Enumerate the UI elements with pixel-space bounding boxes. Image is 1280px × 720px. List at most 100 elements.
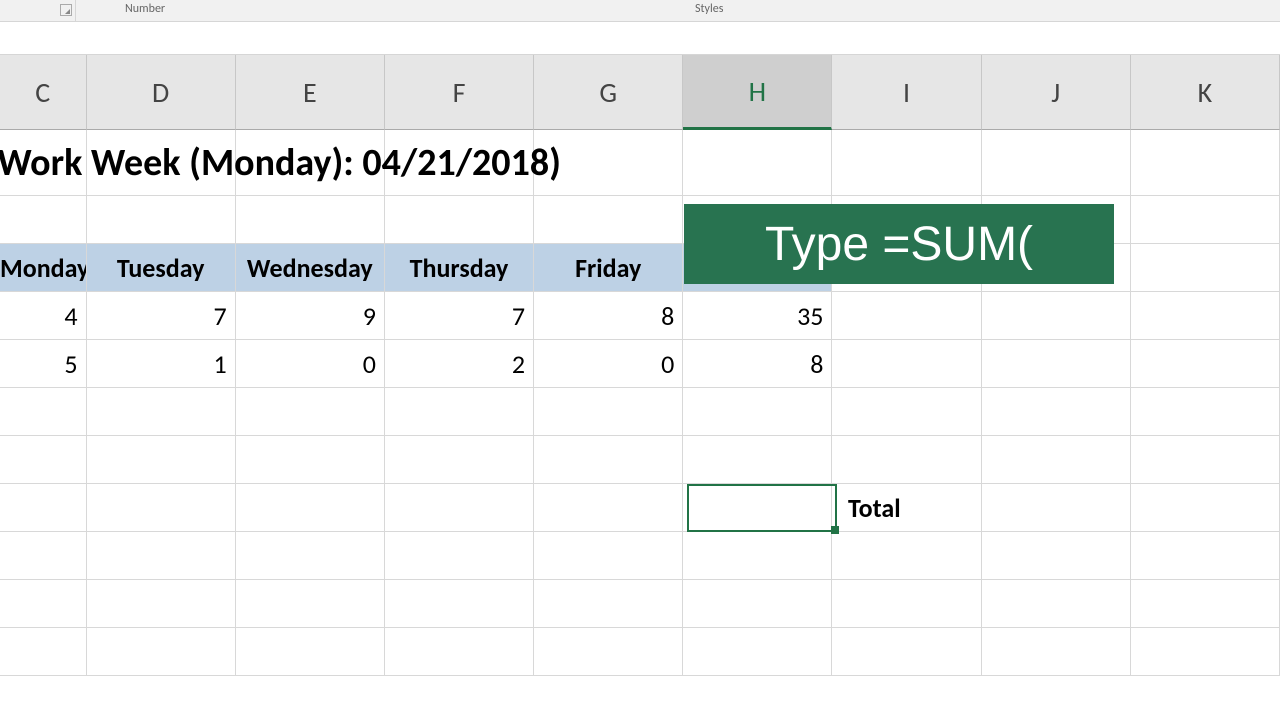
formula-bar-area[interactable] [0, 22, 1280, 55]
cell[interactable] [385, 532, 534, 580]
cell[interactable]: 2 [385, 340, 534, 388]
cell[interactable] [683, 628, 832, 676]
cell[interactable] [982, 388, 1131, 436]
cell[interactable] [832, 580, 981, 628]
cell[interactable] [832, 628, 981, 676]
cell[interactable] [832, 388, 981, 436]
cell[interactable] [832, 292, 981, 340]
cell[interactable] [1131, 130, 1280, 196]
cell[interactable] [385, 580, 534, 628]
header-tuesday[interactable]: Tuesday [87, 244, 236, 292]
header-friday[interactable]: Friday [534, 244, 683, 292]
cell[interactable] [87, 388, 236, 436]
cell[interactable] [683, 436, 832, 484]
cell[interactable] [1131, 580, 1280, 628]
cell[interactable] [0, 532, 87, 580]
cell[interactable] [683, 484, 832, 532]
cell[interactable] [1131, 388, 1280, 436]
cell[interactable]: 8 [534, 292, 683, 340]
cell[interactable] [534, 628, 683, 676]
cell[interactable] [982, 532, 1131, 580]
cell[interactable] [683, 130, 832, 196]
header-thursday[interactable]: Thursday [385, 244, 534, 292]
cell[interactable] [0, 196, 87, 244]
column-header-D[interactable]: D [87, 55, 236, 130]
column-header-H[interactable]: H [683, 55, 832, 130]
cell[interactable] [832, 436, 981, 484]
column-header-E[interactable]: E [236, 55, 385, 130]
cell[interactable] [385, 628, 534, 676]
column-header-C[interactable]: C [0, 55, 87, 130]
cell[interactable]: 5 [0, 340, 87, 388]
cell[interactable] [236, 436, 385, 484]
cell[interactable] [982, 484, 1131, 532]
column-header-I[interactable]: I [832, 55, 981, 130]
cell[interactable] [87, 532, 236, 580]
cell[interactable] [1131, 340, 1280, 388]
cell[interactable] [385, 436, 534, 484]
cell[interactable] [236, 388, 385, 436]
cell[interactable] [534, 436, 683, 484]
cell[interactable] [236, 532, 385, 580]
cell[interactable] [982, 436, 1131, 484]
cell[interactable] [832, 340, 981, 388]
cell[interactable] [534, 196, 683, 244]
column-header-F[interactable]: F [385, 55, 534, 130]
cell[interactable] [832, 532, 981, 580]
cell[interactable]: 9 [236, 292, 385, 340]
cell[interactable] [832, 130, 981, 196]
cell[interactable] [982, 340, 1131, 388]
cell[interactable] [1131, 484, 1280, 532]
cell[interactable] [0, 436, 87, 484]
cell[interactable] [683, 580, 832, 628]
cell[interactable]: 7 [385, 292, 534, 340]
cell[interactable]: 0 [236, 340, 385, 388]
cell[interactable]: 8 [683, 340, 832, 388]
cell[interactable] [87, 484, 236, 532]
cell[interactable] [0, 388, 87, 436]
cell[interactable] [1131, 436, 1280, 484]
cell[interactable] [87, 580, 236, 628]
cell[interactable] [0, 580, 87, 628]
cell[interactable]: 0 [534, 340, 683, 388]
cell[interactable] [0, 628, 87, 676]
cell[interactable] [87, 196, 236, 244]
cell[interactable] [982, 130, 1131, 196]
cell[interactable] [1131, 532, 1280, 580]
cell[interactable] [534, 532, 683, 580]
cell[interactable] [385, 484, 534, 532]
cell[interactable] [385, 196, 534, 244]
cell[interactable]: 4 [0, 292, 87, 340]
column-header-G[interactable]: G [534, 55, 683, 130]
column-header-J[interactable]: J [982, 55, 1131, 130]
cell[interactable]: 35 [683, 292, 832, 340]
cell[interactable] [534, 580, 683, 628]
cell[interactable] [236, 196, 385, 244]
cell[interactable]: 7 [87, 292, 236, 340]
cell[interactable] [982, 292, 1131, 340]
cell[interactable] [0, 484, 87, 532]
cell[interactable] [385, 388, 534, 436]
cell[interactable] [1131, 244, 1280, 292]
cell[interactable] [87, 436, 236, 484]
column-header-K[interactable]: K [1131, 55, 1280, 130]
cell[interactable] [1131, 196, 1280, 244]
cell[interactable] [87, 628, 236, 676]
cell[interactable] [1131, 292, 1280, 340]
cell[interactable]: 1 [87, 340, 236, 388]
header-wednesday[interactable]: Wednesday [236, 244, 385, 292]
header-monday[interactable]: Monday [0, 244, 87, 292]
cell[interactable] [1131, 628, 1280, 676]
cell[interactable] [982, 628, 1131, 676]
data-row: 4 7 9 7 8 35 [0, 292, 1280, 340]
cell[interactable] [236, 484, 385, 532]
cell[interactable] [982, 580, 1131, 628]
cell[interactable] [236, 580, 385, 628]
cell-title[interactable]: Week of Work Week (Monday): 04/21/2018) [0, 130, 87, 196]
cell[interactable] [236, 628, 385, 676]
cell[interactable] [683, 388, 832, 436]
dialog-launcher-icon[interactable] [60, 4, 72, 16]
cell[interactable] [534, 388, 683, 436]
cell[interactable] [534, 484, 683, 532]
cell[interactable] [683, 532, 832, 580]
